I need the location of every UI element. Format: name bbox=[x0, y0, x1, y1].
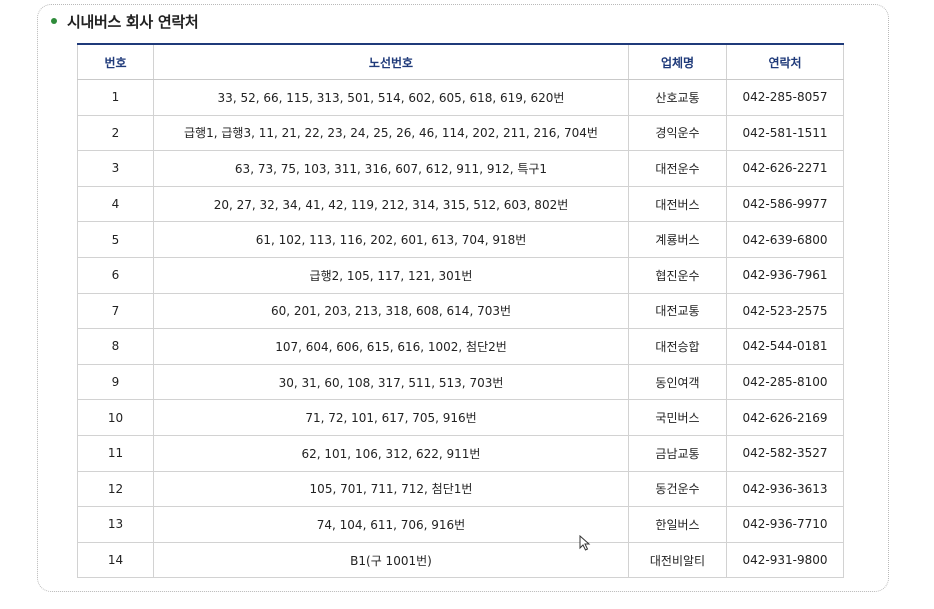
dot-icon bbox=[51, 18, 57, 24]
cell-route: 63, 73, 75, 103, 311, 316, 607, 612, 911… bbox=[153, 150, 629, 187]
cell-company: 동인여객 bbox=[628, 363, 727, 401]
cell-company: 국민버스 bbox=[628, 399, 727, 436]
cell-route: 60, 201, 203, 213, 318, 608, 614, 703번 bbox=[153, 292, 629, 330]
cell-route: 급행1, 급행3, 11, 21, 22, 23, 24, 25, 26, 46… bbox=[153, 114, 629, 152]
cell-route: 20, 27, 32, 34, 41, 42, 119, 212, 314, 3… bbox=[153, 185, 629, 223]
cell-route: 62, 101, 106, 312, 622, 911번 bbox=[153, 434, 629, 472]
table-row: 9 30, 31, 60, 108, 317, 511, 513, 703번 동인여… bbox=[77, 363, 844, 401]
table-row: 4 20, 27, 32, 34, 41, 42, 119, 212, 314, … bbox=[77, 185, 844, 223]
cell-company: 경익운수 bbox=[628, 114, 727, 152]
cell-no: 7 bbox=[77, 292, 154, 330]
table-row: 8 107, 604, 606, 615, 616, 1002, 첨단2번 대전승합… bbox=[77, 328, 844, 365]
cell-phone: 042-936-7961 bbox=[726, 256, 844, 294]
table-row: 3 63, 73, 75, 103, 311, 316, 607, 612, 91… bbox=[77, 150, 844, 187]
cell-route: 74, 104, 611, 706, 916번 bbox=[153, 506, 629, 543]
cell-route: 33, 52, 66, 115, 313, 501, 514, 602, 605… bbox=[153, 79, 629, 116]
cell-phone: 042-285-8057 bbox=[726, 79, 844, 116]
cell-phone: 042-586-9977 bbox=[726, 185, 844, 223]
cell-company: 산호교통 bbox=[628, 79, 727, 116]
cell-phone: 042-285-8100 bbox=[726, 363, 844, 401]
table-header-row: 번호 노선번호 업체명 연락처 bbox=[77, 44, 844, 80]
cell-no: 10 bbox=[77, 399, 154, 436]
cell-no: 13 bbox=[77, 506, 154, 543]
cell-phone: 042-936-7710 bbox=[726, 506, 844, 543]
cell-company: 대전운수 bbox=[628, 150, 727, 187]
cell-route: 105, 701, 711, 712, 첨단1번 bbox=[153, 470, 629, 508]
cell-route: 61, 102, 113, 116, 202, 601, 613, 704, 9… bbox=[153, 221, 629, 258]
cell-route: 급행2, 105, 117, 121, 301번 bbox=[153, 256, 629, 294]
cell-company: 협진운수 bbox=[628, 256, 727, 294]
cell-route: B1(구 1001번) bbox=[153, 541, 629, 579]
cell-no: 11 bbox=[77, 434, 154, 472]
table-row: 1 33, 52, 66, 115, 313, 501, 514, 602, 60… bbox=[77, 79, 844, 116]
cell-company: 동건운수 bbox=[628, 470, 727, 508]
cell-phone: 042-626-2169 bbox=[726, 399, 844, 436]
cell-no: 6 bbox=[77, 256, 154, 294]
table-row: 10 71, 72, 101, 617, 705, 916번 국민버스 042-626… bbox=[77, 399, 844, 436]
cell-no: 3 bbox=[77, 150, 154, 187]
cell-company: 대전교통 bbox=[628, 292, 727, 330]
cell-phone: 042-544-0181 bbox=[726, 328, 844, 365]
header-no: 번호 bbox=[77, 44, 154, 80]
cell-phone: 042-523-2575 bbox=[726, 292, 844, 330]
table-row: 13 74, 104, 611, 706, 916번 한일버스 042-936-771… bbox=[77, 506, 844, 543]
cell-phone: 042-639-6800 bbox=[726, 221, 844, 258]
cell-route: 107, 604, 606, 615, 616, 1002, 첨단2번 bbox=[153, 328, 629, 365]
table-row: 14 B1(구 1001번) 대전비알티 042-931-9800 bbox=[77, 541, 844, 579]
cell-no: 9 bbox=[77, 363, 154, 401]
table-row: 5 61, 102, 113, 116, 202, 601, 613, 704, … bbox=[77, 221, 844, 258]
cell-company: 대전승합 bbox=[628, 328, 727, 365]
cell-company: 대전버스 bbox=[628, 185, 727, 223]
cell-no: 12 bbox=[77, 470, 154, 508]
cell-company: 대전비알티 bbox=[628, 541, 727, 579]
cell-no: 8 bbox=[77, 328, 154, 365]
cell-phone: 042-582-3527 bbox=[726, 434, 844, 472]
bus-company-table: 번호 노선번호 업체명 연락처 1 33, 52, 66, 115, 313, 5… bbox=[77, 43, 844, 579]
cell-phone: 042-936-3613 bbox=[726, 470, 844, 508]
table-row: 6 급행2, 105, 117, 121, 301번 협진운수 042-936-796… bbox=[77, 256, 844, 294]
header-company: 업체명 bbox=[628, 44, 727, 80]
cell-no: 14 bbox=[77, 541, 154, 579]
table-body: 1 33, 52, 66, 115, 313, 501, 514, 602, 60… bbox=[77, 79, 844, 579]
cell-no: 2 bbox=[77, 114, 154, 152]
cell-company: 한일버스 bbox=[628, 506, 727, 543]
table-row: 11 62, 101, 106, 312, 622, 911번 금남교통 042-58… bbox=[77, 434, 844, 472]
cell-no: 1 bbox=[77, 79, 154, 116]
table-row: 12 105, 701, 711, 712, 첨단1번 동건운수 042-936-36… bbox=[77, 470, 844, 508]
section-heading: 시내버스 회사 연락처 bbox=[51, 11, 199, 31]
cell-route: 71, 72, 101, 617, 705, 916번 bbox=[153, 399, 629, 436]
cell-no: 4 bbox=[77, 185, 154, 223]
cell-company: 금남교통 bbox=[628, 434, 727, 472]
cell-route: 30, 31, 60, 108, 317, 511, 513, 703번 bbox=[153, 363, 629, 401]
header-phone: 연락처 bbox=[726, 44, 844, 80]
table-row: 7 60, 201, 203, 213, 318, 608, 614, 703번 대… bbox=[77, 292, 844, 330]
cell-phone: 042-581-1511 bbox=[726, 114, 844, 152]
cell-no: 5 bbox=[77, 221, 154, 258]
cell-phone: 042-931-9800 bbox=[726, 541, 844, 579]
cell-company: 계룡버스 bbox=[628, 221, 727, 258]
table-row: 2 급행1, 급행3, 11, 21, 22, 23, 24, 25, 26, 4… bbox=[77, 114, 844, 152]
cell-phone: 042-626-2271 bbox=[726, 150, 844, 187]
mouse-pointer-icon bbox=[579, 535, 591, 551]
header-route: 노선번호 bbox=[153, 44, 629, 80]
section-title: 시내버스 회사 연락처 bbox=[67, 12, 199, 31]
